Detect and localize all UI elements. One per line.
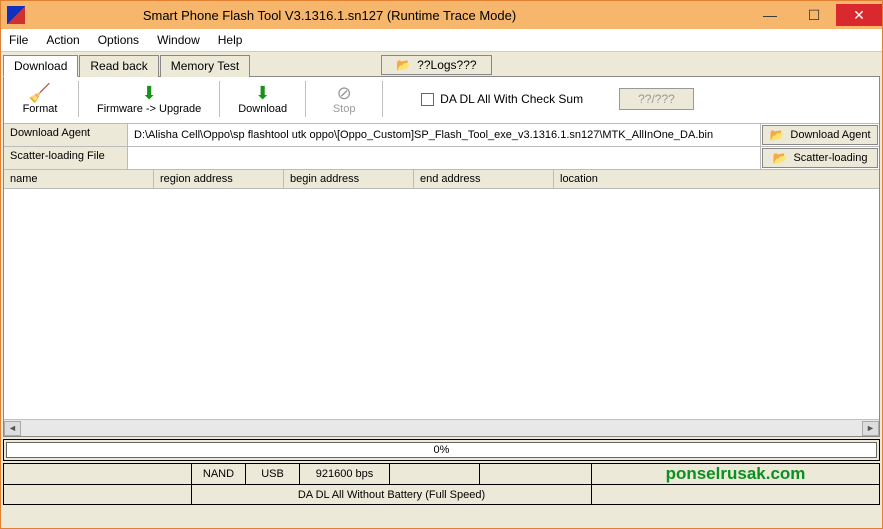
download-label: Download [238, 103, 287, 115]
th-name[interactable]: name [4, 170, 154, 188]
watermark-text: ponselrusak.com [666, 464, 806, 484]
horizontal-scrollbar[interactable]: ◄ ► [4, 419, 879, 436]
firmware-upgrade-icon: ⬇ [142, 83, 157, 103]
progress-area: 0% [3, 439, 880, 461]
download-icon: ⬇ [255, 83, 270, 103]
logs-button-label: ??Logs??? [417, 58, 476, 72]
status-baud: 921600 bps [300, 464, 390, 484]
status-mode: DA DL All Without Battery (Full Speed) [192, 485, 592, 504]
firmware-upgrade-label: Firmware -> Upgrade [97, 103, 201, 115]
path-rows: Download Agent Download Agent Scatter-lo… [4, 123, 879, 169]
download-agent-row: Download Agent Download Agent [4, 123, 879, 146]
window-controls: — ☐ ✕ [748, 4, 882, 26]
toolbar-separator [382, 81, 383, 117]
format-label: Format [23, 103, 58, 115]
status-cell-empty3 [480, 464, 592, 484]
status-nand: NAND [192, 464, 246, 484]
th-end[interactable]: end address [414, 170, 554, 188]
menu-file[interactable]: File [9, 33, 28, 47]
status-cell-empty4 [4, 485, 192, 504]
th-begin[interactable]: begin address [284, 170, 414, 188]
status-row-2: DA DL All Without Battery (Full Speed) [4, 484, 879, 504]
menu-options[interactable]: Options [98, 33, 139, 47]
scatter-browse-button[interactable]: Scatter-loading [762, 148, 878, 168]
status-watermark: ponselrusak.com [592, 464, 879, 484]
toolbar-separator [305, 81, 306, 117]
download-agent-button-label: Download Agent [790, 129, 870, 141]
scatter-button-label: Scatter-loading [793, 152, 867, 164]
status-cell-empty5 [592, 485, 879, 504]
download-agent-label: Download Agent [4, 124, 128, 146]
menubar: File Action Options Window Help [1, 29, 882, 52]
checksum-checkbox[interactable] [421, 93, 434, 106]
table-body[interactable] [4, 189, 879, 419]
partition-table: name region address begin address end ad… [4, 169, 879, 436]
status-bar: NAND USB 921600 bps ponselrusak.com DA D… [3, 463, 880, 505]
toolbar: 🧹 Format ⬇ Firmware -> Upgrade ⬇ Downloa… [4, 79, 879, 123]
toolbar-separator [219, 81, 220, 117]
download-button[interactable]: ⬇ Download [228, 81, 297, 117]
scatter-row: Scatter-loading File Scatter-loading [4, 146, 879, 169]
menu-help[interactable]: Help [218, 33, 243, 47]
logs-button[interactable]: ??Logs??? [381, 55, 491, 75]
stop-label: Stop [333, 103, 356, 115]
folder-icon [773, 151, 788, 165]
scatter-input[interactable] [128, 147, 761, 169]
th-region[interactable]: region address [154, 170, 284, 188]
titlebar: Smart Phone Flash Tool V3.1316.1.sn127 (… [1, 1, 882, 29]
th-location[interactable]: location [554, 170, 879, 188]
format-button[interactable]: 🧹 Format [10, 81, 70, 117]
status-cell-empty2 [390, 464, 480, 484]
toolbar-separator [78, 81, 79, 117]
status-usb: USB [246, 464, 300, 484]
unknown-button[interactable]: ??/??? [619, 88, 694, 110]
stop-button[interactable]: ⊘ Stop [314, 81, 374, 117]
download-agent-browse-button[interactable]: Download Agent [762, 125, 878, 145]
tab-panel-download: 🧹 Format ⬇ Firmware -> Upgrade ⬇ Downloa… [3, 76, 880, 437]
table-header: name region address begin address end ad… [4, 170, 879, 189]
status-cell-empty1 [4, 464, 192, 484]
scatter-label: Scatter-loading File [4, 147, 128, 169]
status-row-1: NAND USB 921600 bps ponselrusak.com [4, 464, 879, 484]
tab-download[interactable]: Download [3, 55, 78, 77]
tab-memorytest[interactable]: Memory Test [160, 55, 250, 77]
maximize-button[interactable]: ☐ [792, 4, 836, 26]
tabs: Download Read back Memory Test [3, 54, 251, 76]
folder-icon [396, 58, 411, 72]
window-title: Smart Phone Flash Tool V3.1316.1.sn127 (… [31, 8, 748, 23]
close-button[interactable]: ✕ [836, 4, 882, 26]
app-icon [7, 6, 25, 24]
folder-icon [769, 128, 784, 142]
menu-action[interactable]: Action [46, 33, 79, 47]
firmware-upgrade-button[interactable]: ⬇ Firmware -> Upgrade [87, 81, 211, 117]
download-agent-input[interactable] [128, 124, 761, 146]
scroll-left-button[interactable]: ◄ [4, 421, 21, 436]
tabs-row: Download Read back Memory Test ??Logs??? [1, 52, 882, 76]
minimize-button[interactable]: — [748, 4, 792, 26]
stop-icon: ⊘ [337, 83, 352, 103]
menu-window[interactable]: Window [157, 33, 200, 47]
scroll-right-button[interactable]: ► [862, 421, 879, 436]
checksum-label: DA DL All With Check Sum [440, 92, 583, 106]
progress-bar: 0% [6, 442, 877, 458]
checksum-checkbox-row[interactable]: DA DL All With Check Sum [421, 92, 583, 106]
format-icon: 🧹 [29, 83, 51, 103]
tab-readback[interactable]: Read back [79, 55, 158, 77]
